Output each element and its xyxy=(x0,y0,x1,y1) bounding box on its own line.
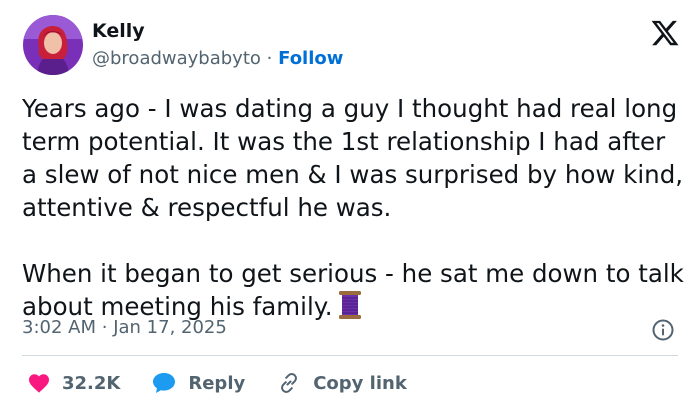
tweet-text: Years ago - I was dating a guy I thought… xyxy=(22,92,687,323)
follow-button[interactable]: Follow xyxy=(278,48,343,69)
author-handle-row: @broadwaybabyto · Follow xyxy=(92,48,343,69)
speech-bubble-icon xyxy=(153,373,176,393)
tweet-card: Kelly @broadwaybabyto · Follow Years ago… xyxy=(0,0,700,410)
copy-link-label: Copy link xyxy=(313,372,407,394)
tweet-paragraph-2: When it began to get serious - he sat me… xyxy=(22,257,687,323)
reply-label: Reply xyxy=(188,372,246,394)
divider xyxy=(22,355,678,356)
tweet-time: 3:02 AM xyxy=(22,317,96,338)
author-handle[interactable]: @broadwaybabyto xyxy=(92,48,261,69)
like-button[interactable]: 32.2K xyxy=(28,373,120,394)
tweet-paragraph-1: Years ago - I was dating a guy I thought… xyxy=(22,94,684,222)
author-name[interactable]: Kelly xyxy=(92,20,145,42)
action-bar: 32.2K Reply Copy link xyxy=(22,369,407,397)
x-logo-icon[interactable] xyxy=(650,18,680,48)
tweet-date: Jan 17, 2025 xyxy=(113,317,227,338)
separator-dot: · xyxy=(266,48,273,69)
heart-icon xyxy=(29,374,49,393)
info-icon[interactable] xyxy=(651,318,675,342)
tweet-timestamp[interactable]: 3:02 AM · Jan 17, 2025 xyxy=(22,317,227,338)
thread-spool-emoji xyxy=(338,291,361,319)
copy-link-button[interactable]: Copy link xyxy=(277,371,407,395)
link-icon xyxy=(281,373,298,393)
like-count: 32.2K xyxy=(62,372,121,394)
avatar[interactable] xyxy=(23,15,83,75)
reply-button[interactable]: Reply xyxy=(152,372,245,394)
avatar-image xyxy=(23,15,83,75)
timestamp-separator: · xyxy=(101,317,108,338)
